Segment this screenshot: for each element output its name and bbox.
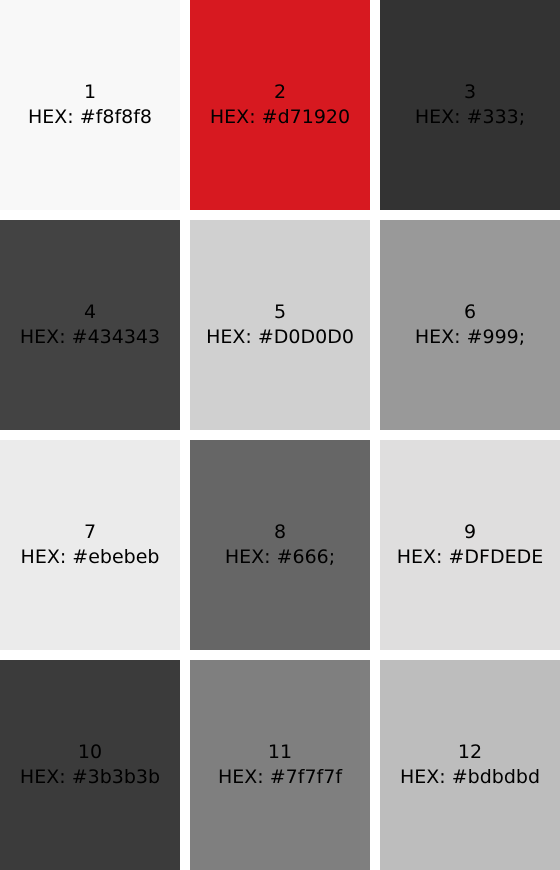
swatch-hex: HEX: #ebebeb [21, 545, 160, 570]
swatch-number: 2 [273, 81, 287, 103]
swatch-number: 10 [77, 741, 103, 763]
swatch-hex: HEX: #333; [415, 105, 525, 130]
hex-value: #d71920 [261, 106, 351, 128]
hex-value: #f8f8f8 [79, 106, 153, 128]
swatch-number: 1 [83, 81, 97, 103]
hex-prefix: HEX: [414, 326, 461, 348]
hex-prefix: HEX: [206, 326, 252, 348]
hex-value: #ebebeb [72, 546, 160, 568]
swatch-number: 11 [267, 741, 293, 763]
swatch-9: 9 HEX: #DFDEDE [380, 440, 560, 650]
swatch-hex: HEX: #434343 [20, 325, 160, 350]
hex-prefix: HEX: [19, 766, 66, 788]
hex-value: #D0D0D0 [257, 326, 354, 348]
color-swatch-grid: 1 HEX: #f8f8f8 2 HEX: #d71920 3 HEX: #33… [0, 0, 560, 870]
hex-prefix: HEX: [217, 766, 264, 788]
hex-prefix: HEX: [209, 106, 256, 128]
swatch-hex: HEX: #f8f8f8 [28, 105, 152, 130]
swatch-hex: HEX: #999; [415, 325, 525, 350]
swatch-number: 12 [457, 741, 483, 763]
swatch-12: 12 HEX: #bdbdbd [380, 660, 560, 870]
swatch-number: 4 [83, 301, 97, 323]
hex-value: #DFDEDE [448, 546, 544, 568]
swatch-hex: HEX: #d71920 [210, 105, 350, 130]
swatch-10: 10 HEX: #3b3b3b [0, 660, 180, 870]
swatch-hex: HEX: #DFDEDE [397, 545, 544, 570]
hex-value: #999; [466, 326, 526, 348]
swatch-hex: HEX: #D0D0D0 [206, 325, 354, 350]
swatch-hex: HEX: #7f7f7f [218, 765, 342, 790]
hex-value: #666; [276, 546, 336, 568]
swatch-2: 2 HEX: #d71920 [190, 0, 370, 210]
swatch-number: 3 [463, 81, 477, 103]
swatch-11: 11 HEX: #7f7f7f [190, 660, 370, 870]
hex-prefix: HEX: [27, 106, 74, 128]
hex-prefix: HEX: [19, 326, 66, 348]
hex-value: #bdbdbd [451, 766, 541, 788]
swatch-number: 6 [463, 301, 477, 323]
swatch-7: 7 HEX: #ebebeb [0, 440, 180, 650]
hex-value: #7f7f7f [269, 766, 343, 788]
hex-value: #3b3b3b [71, 766, 161, 788]
hex-prefix: HEX: [399, 766, 446, 788]
swatch-hex: HEX: #666; [225, 545, 335, 570]
swatch-8: 8 HEX: #666; [190, 440, 370, 650]
hex-prefix: HEX: [224, 546, 271, 568]
swatch-number: 7 [83, 521, 97, 543]
swatch-3: 3 HEX: #333; [380, 0, 560, 210]
swatch-4: 4 HEX: #434343 [0, 220, 180, 430]
swatch-6: 6 HEX: #999; [380, 220, 560, 430]
swatch-hex: HEX: #3b3b3b [20, 765, 160, 790]
hex-prefix: HEX: [396, 546, 443, 568]
hex-prefix: HEX: [414, 106, 461, 128]
swatch-1: 1 HEX: #f8f8f8 [0, 0, 180, 210]
swatch-5: 5 HEX: #D0D0D0 [190, 220, 370, 430]
swatch-number: 8 [273, 521, 287, 543]
swatch-hex: HEX: #bdbdbd [400, 765, 540, 790]
hex-value: #333; [466, 106, 526, 128]
swatch-number: 9 [463, 521, 477, 543]
hex-value: #434343 [71, 326, 161, 348]
hex-prefix: HEX: [20, 546, 67, 568]
swatch-number: 5 [273, 301, 287, 323]
